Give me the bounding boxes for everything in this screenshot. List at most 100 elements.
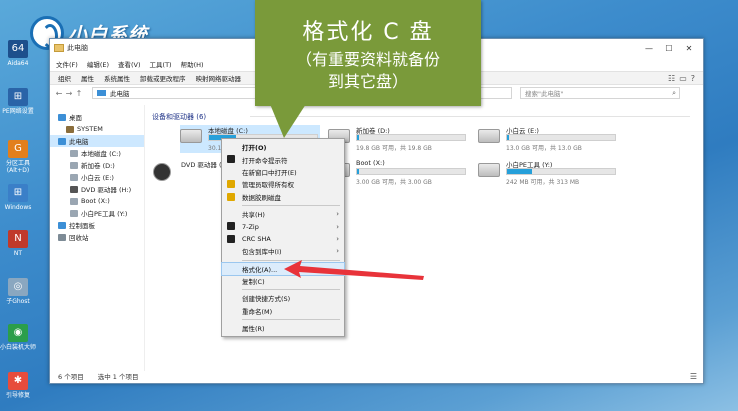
- context-menu-label: 打开命令提示符: [242, 156, 288, 165]
- user-icon: [66, 125, 74, 133]
- search-input[interactable]: 搜索"此电脑" ⌕: [520, 87, 680, 99]
- network-settings-icon: ⊞: [8, 88, 28, 106]
- drive-free-space: 3.00 GB 可用，共 3.00 GB: [356, 179, 432, 186]
- menu-item[interactable]: 文件(F): [56, 59, 78, 69]
- sidebar-item[interactable]: 小白云 (E:): [50, 171, 144, 183]
- minimize-button[interactable]: —: [639, 44, 659, 53]
- sidebar-item[interactable]: 新加卷 (D:): [50, 159, 144, 171]
- address-text: 此电脑: [110, 90, 130, 98]
- close-button[interactable]: ✕: [679, 44, 699, 53]
- context-menu-item[interactable]: 管理员取得所有权: [222, 178, 344, 190]
- menu-separator: [242, 289, 340, 291]
- sidebar-item-label: 新加卷 (D:): [81, 162, 115, 170]
- sidebar-item-label: Boot (X:): [81, 197, 110, 205]
- drive-icon: [70, 209, 78, 217]
- selected-count: 选中 1 个项目: [97, 373, 139, 381]
- context-menu-item[interactable]: 创建快捷方式(S): [222, 292, 344, 304]
- desktop-icon-label: Aida64: [7, 60, 29, 67]
- context-menu-item[interactable]: 打开命令提示符: [222, 153, 344, 165]
- callout-tail: [270, 104, 306, 138]
- drive-tile[interactable]: 新加卷 (D:) 19.8 GB 可用，共 19.8 GB: [328, 125, 468, 153]
- toolbar-button[interactable]: 系统属性: [104, 73, 130, 83]
- drive-usage-bar: [356, 168, 466, 175]
- context-menu-label: 共享(H): [242, 211, 265, 220]
- desktop-icon-item[interactable]: G 分区工具 (Alt+D): [0, 140, 36, 174]
- sidebar-item[interactable]: SYSTEM: [50, 123, 144, 135]
- context-menu-item[interactable]: 数据胶刷磁盘: [222, 191, 344, 203]
- chevron-right-icon: ›: [336, 210, 339, 219]
- desktop-icon: [58, 113, 66, 121]
- menu-item[interactable]: 工具(T): [150, 59, 172, 69]
- context-menu-item[interactable]: 属性(R): [222, 322, 344, 334]
- desktop-icon-item[interactable]: ⊞ PE网络设置: [0, 88, 36, 115]
- sidebar-item[interactable]: 本地磁盘 (C:): [50, 147, 144, 159]
- back-arrow-icon[interactable]: ←: [54, 89, 64, 98]
- context-menu-label: 复制(C): [242, 278, 265, 287]
- pointer-arrow-icon: [284, 260, 424, 280]
- desktop-icon-item[interactable]: ◉ 小白装机大师: [0, 324, 36, 351]
- desktop-icon-label: 小白装机大师: [0, 344, 37, 351]
- up-arrow-icon[interactable]: ↑: [74, 89, 84, 98]
- preview-pane-icon[interactable]: ▭: [679, 74, 687, 83]
- drive-tile[interactable]: Boot (X:) 3.00 GB 可用，共 3.00 GB: [328, 159, 468, 187]
- sidebar-item[interactable]: 此电脑: [50, 135, 144, 147]
- maximize-button[interactable]: ☐: [659, 44, 679, 53]
- window-body: 桌面 SYSTEM 此电脑 本地磁盘 (C:) 新加卷 (D:) 小白云 (E:) DVD …: [50, 105, 703, 371]
- drive-tile[interactable]: 小白PE工具 (Y:) 242 MB 可用，共 313 MB: [478, 159, 618, 187]
- context-menu-item[interactable]: CRC SHA ›: [222, 233, 344, 245]
- layout-toggle-icon[interactable]: ☰: [690, 372, 697, 381]
- sidebar-item-label: 桌面: [69, 114, 82, 122]
- partition-tool-icon: G: [8, 140, 28, 158]
- sidebar-item-label: SYSTEM: [77, 125, 103, 133]
- desktop-icon-label: PE网络设置: [2, 108, 34, 115]
- drive-icon: [70, 149, 78, 157]
- sidebar-item[interactable]: 回收站: [50, 231, 144, 243]
- cmd-icon: [227, 155, 235, 164]
- callout-box: 格式化 C 盘 （有重要资料就备份 到其它盘）: [255, 0, 481, 106]
- sidebar-item[interactable]: DVD 驱动器 (H:): [50, 183, 144, 195]
- group-title[interactable]: 设备和驱动器 (6): [152, 112, 692, 122]
- callout-line-1: （有重要资料就备份: [295, 50, 440, 69]
- menu-item[interactable]: 编辑(E): [87, 59, 109, 69]
- hard-drive-icon: [478, 163, 500, 177]
- sidebar-item[interactable]: Boot (X:): [50, 195, 144, 207]
- view-options-icon[interactable]: ☷: [668, 74, 675, 83]
- drive-usage-fill: [357, 169, 360, 174]
- desktop-icon-item[interactable]: ⊞ Windows: [0, 184, 36, 211]
- drive-icon: [70, 173, 78, 181]
- desktop-icon-label: 分区工具 (Alt+D): [5, 160, 30, 174]
- context-menu-item[interactable]: 7-Zip ›: [222, 220, 344, 232]
- sidebar-item[interactable]: 小白PE工具 (Y:): [50, 207, 144, 219]
- windows-icon: ⊞: [8, 184, 28, 202]
- drive-usage-bar: [356, 134, 466, 141]
- nav-buttons: ← → ↑: [54, 89, 84, 98]
- toolbar-button[interactable]: 属性: [81, 73, 94, 83]
- toolbar-button[interactable]: 映射网络驱动器: [196, 73, 242, 83]
- navigation-pane: 桌面 SYSTEM 此电脑 本地磁盘 (C:) 新加卷 (D:) 小白云 (E:) DVD …: [50, 105, 145, 371]
- drive-name: Boot (X:): [356, 159, 385, 167]
- context-menu-item[interactable]: 共享(H) ›: [222, 208, 344, 220]
- desktop-icon-item[interactable]: 64 Aida64: [0, 40, 36, 67]
- sidebar-item[interactable]: 控制面板: [50, 219, 144, 231]
- callout-title: 格式化 C 盘: [302, 20, 434, 45]
- context-menu-label: 在新窗口中打开(E): [242, 168, 297, 177]
- desktop-icon-item[interactable]: N NT: [0, 230, 36, 257]
- context-menu-item[interactable]: 在新窗口中打开(E): [222, 166, 344, 178]
- sidebar-item-label: 此电脑: [69, 138, 89, 146]
- forward-arrow-icon[interactable]: →: [64, 89, 74, 98]
- toolbar-button[interactable]: 组织: [58, 73, 71, 83]
- context-menu-item[interactable]: 重命名(M): [222, 305, 344, 317]
- menu-item[interactable]: 帮助(H): [181, 59, 204, 69]
- context-menu-item[interactable]: 打开(O): [222, 141, 344, 153]
- drive-tile[interactable]: 小白云 (E:) 13.0 GB 可用，共 13.0 GB: [478, 125, 618, 153]
- context-menu-item[interactable]: 包含到库中(I) ›: [222, 245, 344, 257]
- menu-item[interactable]: 查看(V): [118, 59, 141, 69]
- context-menu-label: 数据胶刷磁盘: [242, 193, 281, 202]
- toolbar-button[interactable]: 卸载或更改程序: [140, 73, 186, 83]
- desktop-icon-item[interactable]: ◎ 子Ghost: [0, 278, 36, 305]
- aida64-icon: 64: [8, 40, 28, 58]
- desktop-icon-item[interactable]: ✱ 引导修复: [0, 372, 36, 399]
- item-count: 6 个项目: [58, 373, 84, 381]
- sidebar-item[interactable]: 桌面: [50, 111, 144, 123]
- help-icon[interactable]: ?: [691, 74, 695, 83]
